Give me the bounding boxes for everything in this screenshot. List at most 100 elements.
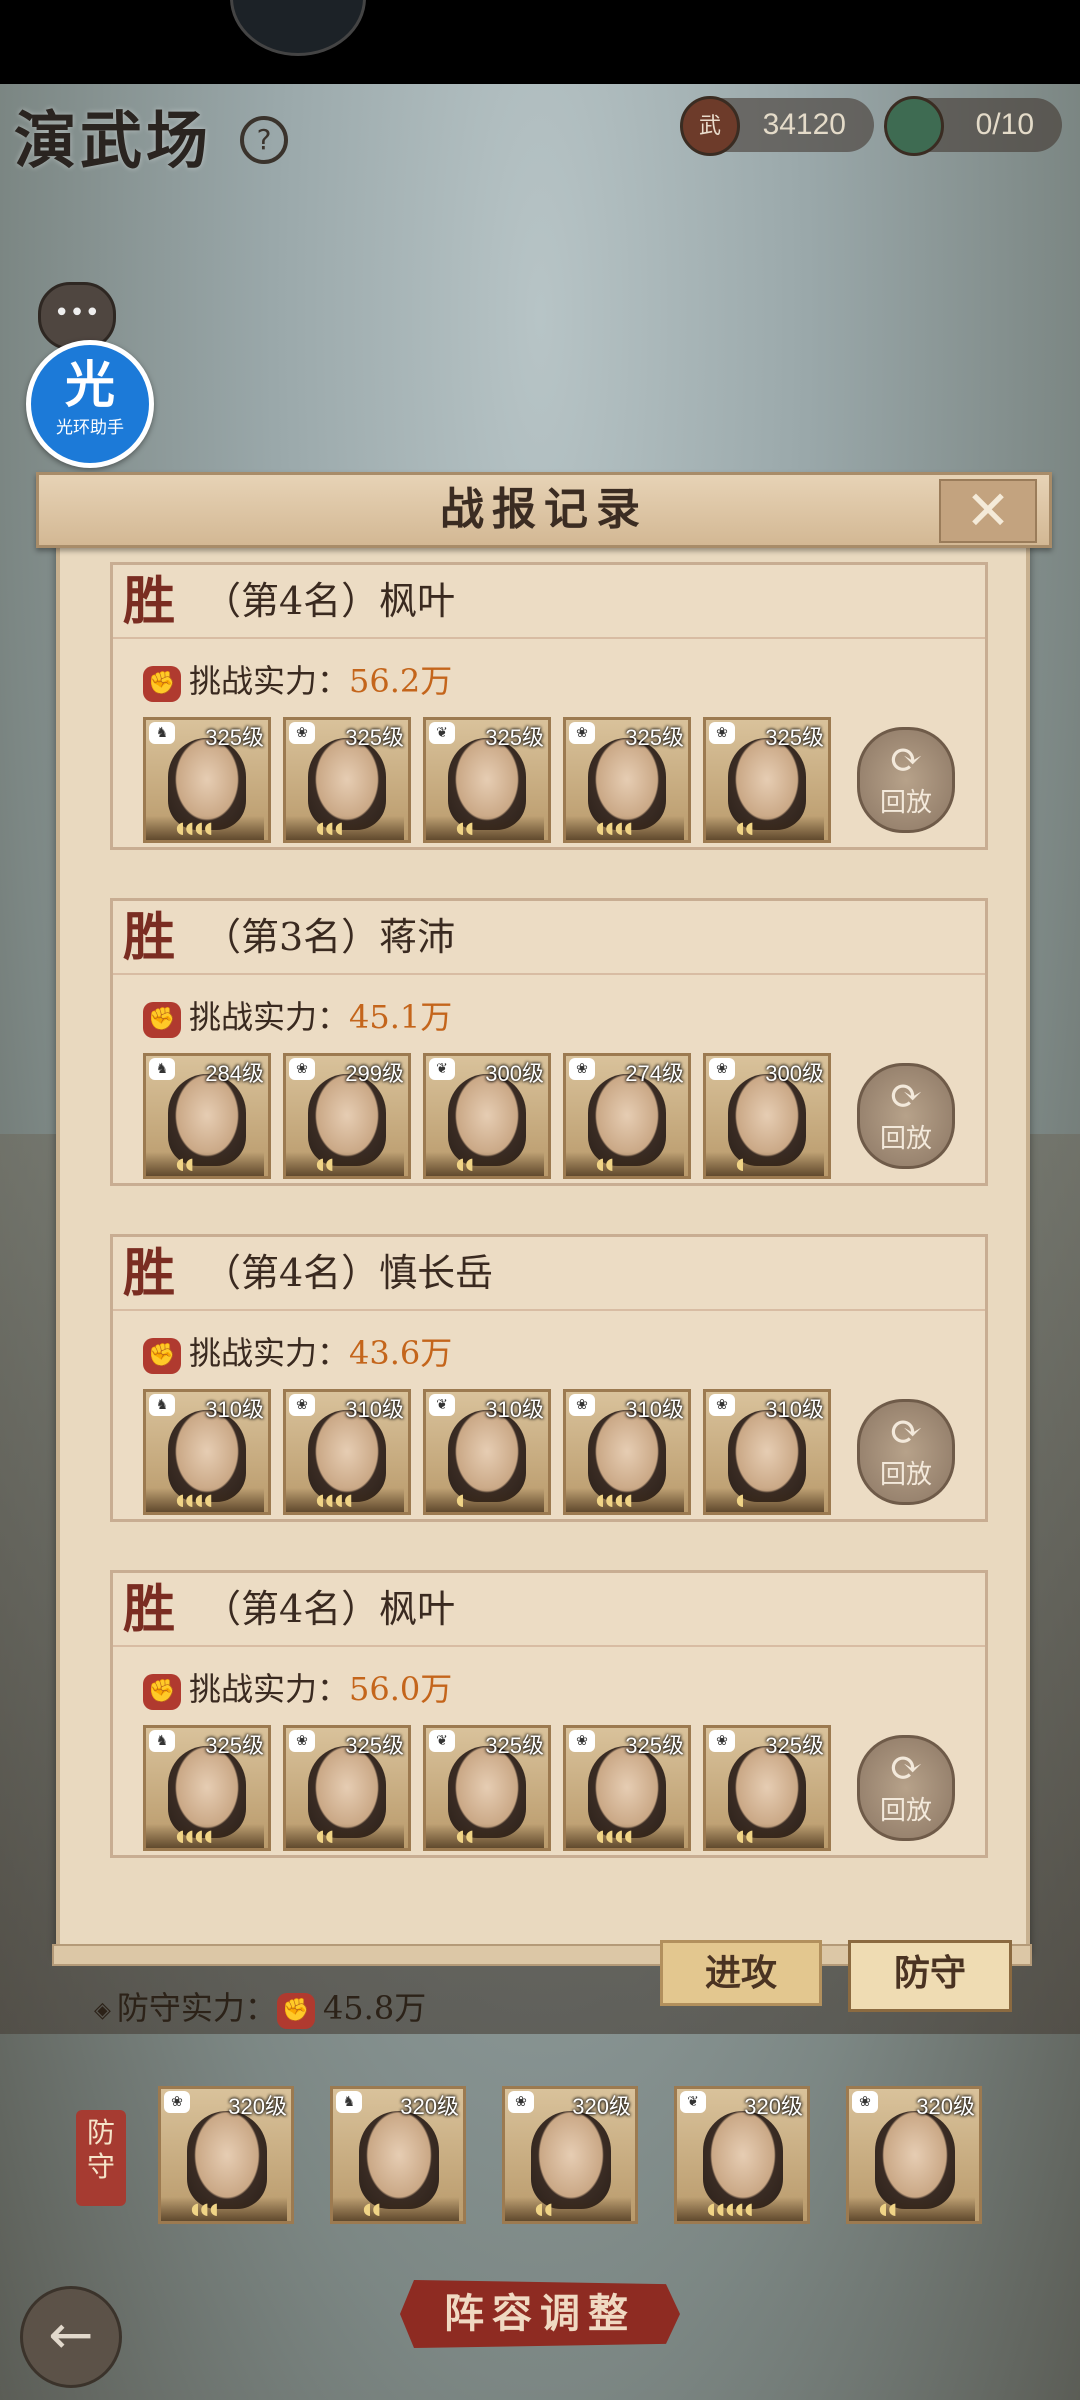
star-marks: ◖◖◖◖◖ <box>677 2197 803 2221</box>
hero-card[interactable]: ❀ 325级 ◖◖ <box>703 1725 831 1851</box>
record-header: 胜 （第3名）蒋沛 <box>113 901 985 975</box>
hero-card[interactable]: ❀ 310级 ◖◖◖◖ <box>283 1389 411 1515</box>
hero-level: 310级 <box>625 1397 684 1422</box>
hero-level: 310级 <box>765 1397 824 1422</box>
hero-card[interactable]: ❀ 325级 ◖◖ <box>283 1725 411 1851</box>
hero-card[interactable]: ♞ 320级 ◖◖ <box>330 2086 466 2224</box>
class-icon: ❀ <box>569 1730 595 1752</box>
close-button[interactable]: ✕ <box>939 479 1037 543</box>
hero-card[interactable]: ♞ 310级 ◖◖◖◖ <box>143 1389 271 1515</box>
hero-portrait <box>187 2111 267 2209</box>
helper-app-icon[interactable]: 光 光环助手 <box>26 340 154 468</box>
star-marks: ◖◖ <box>505 2197 631 2221</box>
formation-adjust-button[interactable]: 阵容调整 <box>400 2280 680 2348</box>
hero-card[interactable]: ❀ 325级 ◖◖◖◖ <box>563 1725 691 1851</box>
hero-level: 274级 <box>625 1061 684 1086</box>
defense-power: ◈ 防守实力： ✊ 45.8万 <box>94 1986 426 2033</box>
challenge-power: ✊ 挑战实力：56.0万 <box>143 1667 452 1711</box>
class-icon: ♞ <box>149 1394 175 1416</box>
record-header: 胜 （第4名）枫叶 <box>113 565 985 639</box>
hero-card[interactable]: ❀ 299级 ◖◖ <box>283 1053 411 1179</box>
star-marks: ◖ <box>706 1152 824 1176</box>
hero-card[interactable]: ❦ 310级 ◖ <box>423 1389 551 1515</box>
class-icon: ❀ <box>164 2091 190 2113</box>
power-label: 挑战实力： <box>189 662 350 700</box>
replay-label: 回放 <box>879 1460 932 1490</box>
replay-label: 回放 <box>879 1796 932 1826</box>
fist-icon: ✊ <box>143 1337 181 1374</box>
opponent-name: （第3名）蒋沛 <box>203 915 456 959</box>
power-value: 43.6万 <box>349 1334 453 1372</box>
star-marks: ◖◖ <box>286 1824 404 1848</box>
win-badge: 胜 <box>123 1243 176 1304</box>
hero-card[interactable]: ❀ 310级 ◖ <box>703 1389 831 1515</box>
defense-power-label: 防守实力： <box>116 1989 277 2027</box>
hero-card[interactable]: ❀ 320级 ◖◖ <box>846 2086 982 2224</box>
replay-button[interactable]: ⟳ 回放 <box>857 1063 955 1169</box>
defense-tag: 防守 <box>76 2110 126 2206</box>
replay-button[interactable]: ⟳ 回放 <box>857 1735 955 1841</box>
hero-level: 320级 <box>744 2094 803 2119</box>
hero-level: 310级 <box>345 1397 404 1422</box>
class-icon: ❀ <box>569 722 595 744</box>
star-marks: ◖◖◖◖ <box>566 1488 684 1512</box>
class-icon: ❀ <box>289 1730 315 1752</box>
replay-icon: ⟳ <box>889 1409 923 1455</box>
hero-card[interactable]: ♞ 325级 ◖◖◖◖ <box>143 1725 271 1851</box>
class-icon: ♞ <box>149 1730 175 1752</box>
hero-portrait <box>875 2111 955 2209</box>
hero-card[interactable]: ❀ 320级 ◖◖ <box>502 2086 638 2224</box>
class-icon: ♞ <box>336 2091 362 2113</box>
star-marks: ◖◖◖◖ <box>146 1824 264 1848</box>
hero-level: 310级 <box>205 1397 264 1422</box>
hero-card[interactable]: ❦ 325级 ◖◖ <box>423 717 551 843</box>
floating-app-icon[interactable] <box>230 0 366 56</box>
hero-card[interactable]: ❦ 320级 ◖◖◖◖◖ <box>674 2086 810 2224</box>
hero-card[interactable]: ❀ 325级 ◖◖◖ <box>283 717 411 843</box>
hero-level: 325级 <box>205 1733 264 1758</box>
star-marks: ◖ <box>706 1488 824 1512</box>
star-marks: ◖◖◖◖ <box>146 816 264 840</box>
hero-card[interactable]: ❀ 300级 ◖ <box>703 1053 831 1179</box>
hero-level: 299级 <box>345 1061 404 1086</box>
hero-level: 300级 <box>485 1061 544 1086</box>
star-marks: ◖◖ <box>706 1824 824 1848</box>
star-marks: ◖◖ <box>146 1152 264 1176</box>
star-marks: ◖◖◖◖ <box>146 1488 264 1512</box>
hero-card[interactable]: ❀ 320级 ◖◖◖ <box>158 2086 294 2224</box>
status-bar <box>0 0 1080 84</box>
replay-label: 回放 <box>879 788 932 818</box>
class-icon: ❀ <box>289 1394 315 1416</box>
hero-card[interactable]: ♞ 284级 ◖◖ <box>143 1053 271 1179</box>
star-marks: ◖◖ <box>426 1824 544 1848</box>
star-marks: ◖◖ <box>333 2197 459 2221</box>
hero-card[interactable]: ❀ 310级 ◖◖◖◖ <box>563 1389 691 1515</box>
hero-level: 325级 <box>765 725 824 750</box>
replay-label: 回放 <box>879 1124 932 1154</box>
star-marks: ◖◖ <box>426 816 544 840</box>
back-arrow-icon[interactable]: ← <box>20 2286 122 2388</box>
fist-icon: ✊ <box>143 1001 181 1038</box>
help-icon[interactable]: ? <box>240 116 288 164</box>
battle-record: 胜 （第4名）枫叶 ✊ 挑战实力：56.0万 ♞ 325级 ◖◖◖◖ ❀ 325级 ◖◖ … <box>110 1570 988 1858</box>
opponent-name: （第4名）枫叶 <box>203 579 456 623</box>
class-icon: ❀ <box>852 2091 878 2113</box>
hero-card[interactable]: ❀ 274级 ◖◖ <box>563 1053 691 1179</box>
hero-card[interactable]: ❦ 300级 ◖◖ <box>423 1053 551 1179</box>
replay-icon: ⟳ <box>889 1745 923 1791</box>
power-label: 挑战实力： <box>189 1334 350 1372</box>
hero-card[interactable]: ❦ 325级 ◖◖ <box>423 1725 551 1851</box>
star-marks: ◖◖◖◖ <box>286 1488 404 1512</box>
replay-button[interactable]: ⟳ 回放 <box>857 1399 955 1505</box>
hero-card[interactable]: ♞ 325级 ◖◖◖◖ <box>143 717 271 843</box>
hero-card[interactable]: ❀ 325级 ◖◖ <box>703 717 831 843</box>
star-marks: ◖◖◖ <box>161 2197 287 2221</box>
fist-icon: ✊ <box>276 1992 315 2029</box>
diamond-icon: ◈ <box>94 1997 111 2023</box>
class-icon: ♞ <box>149 722 175 744</box>
hero-card[interactable]: ❀ 325级 ◖◖◖◖ <box>563 717 691 843</box>
chat-icon[interactable]: ••• <box>38 282 116 350</box>
hero-level: 320级 <box>400 2094 459 2119</box>
replay-button[interactable]: ⟳ 回放 <box>857 727 955 833</box>
battle-log-panel: 胜 （第4名）枫叶 ✊ 挑战实力：56.2万 ♞ 325级 ◖◖◖◖ ❀ 325级 ◖◖◖… <box>56 540 1030 1952</box>
